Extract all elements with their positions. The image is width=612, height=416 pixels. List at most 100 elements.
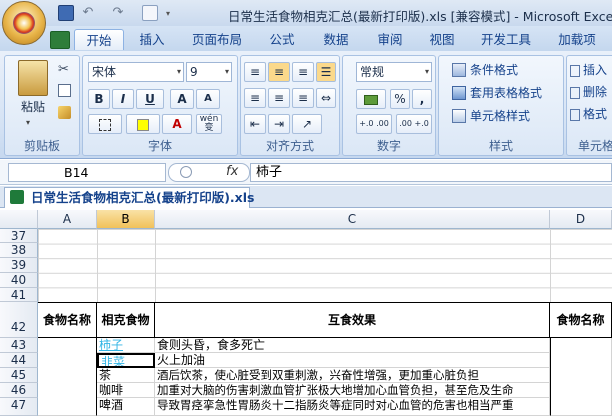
row-header-38[interactable]: 38 xyxy=(0,243,38,258)
print-preview-icon[interactable] xyxy=(142,5,158,21)
align-middle-button[interactable]: ≡ xyxy=(268,62,290,82)
tab-formulas[interactable]: 公式 xyxy=(262,29,302,50)
shrink-font-button[interactable]: A xyxy=(196,89,220,109)
effect-cell[interactable]: 导致胃痉挛急性胃肠炎十二指肠炎等症同时对心血管的危害也相当严重 xyxy=(155,398,550,416)
effect-cell[interactable]: 加重对大脑的伤害刺激血管扩张极大地增加心血管负担，甚至危及生命 xyxy=(155,383,550,398)
bold-button[interactable]: B xyxy=(88,89,110,109)
orientation-button[interactable]: ↗ xyxy=(292,114,322,134)
food-name-cell-merged[interactable] xyxy=(38,338,97,416)
insert-function-icon[interactable]: fx xyxy=(226,164,238,179)
format-as-table-button[interactable]: 套用表格格式 xyxy=(470,83,542,103)
tab-review[interactable]: 审阅 xyxy=(370,29,410,50)
row-header-45[interactable]: 45 xyxy=(0,368,38,383)
number-format-dropdown-icon[interactable]: ▾ xyxy=(425,63,429,81)
fill-color-button[interactable] xyxy=(126,114,160,134)
tab-insert[interactable]: 插入 xyxy=(130,29,174,50)
conditional-format-button[interactable]: 条件格式 xyxy=(470,60,518,80)
tab-page-layout[interactable]: 页面布局 xyxy=(186,29,248,50)
decrease-decimal-button[interactable]: .00 +.0 xyxy=(396,114,432,134)
effect-cell[interactable]: 酒后饮茶，使心脏受到双重刺激，兴奋性增强，更加重心脏负担 xyxy=(155,368,550,383)
tab-view[interactable]: 视图 xyxy=(422,29,462,50)
redo-icon[interactable]: ↷ xyxy=(110,5,126,21)
undo-icon[interactable]: ↶ xyxy=(80,5,96,21)
row-header-46[interactable]: 46 xyxy=(0,383,38,398)
header-cell-food-d[interactable]: 食物名称 xyxy=(550,303,612,338)
comma-style-button[interactable]: , xyxy=(412,89,432,109)
tab-developer[interactable]: 开发工具 xyxy=(474,29,538,50)
conflict-food-cell[interactable]: 茶 xyxy=(97,368,155,383)
name-box[interactable]: B14 xyxy=(8,163,166,182)
percent-style-button[interactable]: % xyxy=(390,89,410,109)
font-size-dropdown-icon[interactable]: ▾ xyxy=(225,63,229,81)
grow-font-button[interactable]: A xyxy=(170,89,194,109)
row-header-42[interactable]: 42 xyxy=(0,302,38,338)
number-format-combo[interactable]: 常规 ▾ xyxy=(356,62,432,82)
font-size-combo[interactable]: 9 ▾ xyxy=(186,62,232,82)
accounting-format-button[interactable] xyxy=(356,89,386,109)
underline-button[interactable]: U xyxy=(136,89,164,109)
format-cells-button[interactable]: 格式 xyxy=(570,104,607,124)
conflict-food-cell[interactable]: 咖啡 xyxy=(97,383,155,398)
header-cell-effect[interactable]: 互食效果 xyxy=(155,303,550,338)
paste-dropdown-icon[interactable]: ▾ xyxy=(26,118,30,127)
align-left-button[interactable]: ≡ xyxy=(244,88,266,108)
tab-home[interactable]: 开始 xyxy=(74,29,124,50)
italic-button[interactable]: I xyxy=(112,89,134,109)
increase-decimal-button[interactable]: +.0 .00 xyxy=(356,114,392,134)
cut-icon[interactable]: ✂ xyxy=(58,62,69,77)
phonetic-button[interactable]: wén 变 xyxy=(196,114,222,134)
row-header-37[interactable]: 37 xyxy=(0,229,38,243)
row-header-41[interactable]: 41 xyxy=(0,288,38,302)
food-name-cell-d[interactable] xyxy=(550,338,612,416)
paste-icon[interactable] xyxy=(18,60,48,96)
align-top-button[interactable]: ≡ xyxy=(244,62,266,82)
insert-cells-icon xyxy=(570,64,580,77)
font-color-button[interactable]: A xyxy=(162,114,192,134)
column-header-b[interactable]: B xyxy=(97,210,155,229)
merge-center-button[interactable]: ⇔ xyxy=(316,88,336,108)
row-header-44[interactable]: 44 xyxy=(0,353,38,368)
increase-indent-button[interactable]: ⇥ xyxy=(268,114,290,134)
save-icon[interactable] xyxy=(58,5,74,21)
zoom-circle-icon[interactable] xyxy=(180,166,192,178)
font-name-dropdown-icon[interactable]: ▾ xyxy=(177,63,181,81)
align-right-button[interactable]: ≡ xyxy=(292,88,314,108)
row-header-47[interactable]: 47 xyxy=(0,398,38,416)
tab-data[interactable]: 数据 xyxy=(316,29,356,50)
empty-cells-area[interactable] xyxy=(38,229,612,302)
wrap-text-button[interactable]: ☰ xyxy=(316,62,336,82)
formula-input[interactable]: 柿子 xyxy=(250,163,612,182)
effect-cell[interactable]: 食则头昏，食多死亡 xyxy=(155,338,550,353)
format-painter-icon[interactable] xyxy=(58,106,71,119)
row-header-40[interactable]: 40 xyxy=(0,273,38,288)
document-tab[interactable]: 日常生活食物相克汇总(最新打印版).xls xyxy=(4,187,254,208)
office-button[interactable] xyxy=(2,1,46,45)
format-cells-icon xyxy=(570,108,580,121)
align-center-button[interactable]: ≡ xyxy=(268,88,290,108)
row-header-39[interactable]: 39 xyxy=(0,258,38,273)
font-name-combo[interactable]: 宋体 ▾ xyxy=(88,62,184,82)
column-header-d[interactable]: D xyxy=(550,210,612,229)
conflict-food-cell[interactable]: 柿子 xyxy=(97,338,155,353)
align-bottom-button[interactable]: ≡ xyxy=(292,62,314,82)
cell-styles-button[interactable]: 单元格样式 xyxy=(470,106,530,126)
grid-line xyxy=(155,229,156,302)
select-all-corner[interactable] xyxy=(0,210,38,229)
effect-cell[interactable]: 火上加油 xyxy=(155,353,550,368)
header-cell-conflict[interactable]: 相克食物 xyxy=(97,303,155,338)
insert-cells-button[interactable]: 插入 xyxy=(570,60,607,80)
delete-cells-button[interactable]: 删除 xyxy=(570,82,607,102)
column-header-a[interactable]: A xyxy=(38,210,97,229)
decrease-indent-button[interactable]: ⇤ xyxy=(244,114,266,134)
excel-file-icon xyxy=(10,190,24,204)
header-cell-food-a[interactable]: 食物名称 xyxy=(38,303,97,338)
qat-customize-icon[interactable]: ▾ xyxy=(166,9,170,18)
copy-icon[interactable] xyxy=(58,84,71,97)
borders-button[interactable] xyxy=(88,114,122,134)
paste-button-label[interactable]: 粘贴 xyxy=(18,98,48,115)
conflict-food-cell-selected[interactable]: 韭菜 xyxy=(97,353,155,368)
row-header-43[interactable]: 43 xyxy=(0,338,38,353)
tab-addins[interactable]: 加载项 xyxy=(552,29,602,50)
conflict-food-cell[interactable]: 啤酒 xyxy=(97,398,155,416)
column-header-c[interactable]: C xyxy=(155,210,550,229)
